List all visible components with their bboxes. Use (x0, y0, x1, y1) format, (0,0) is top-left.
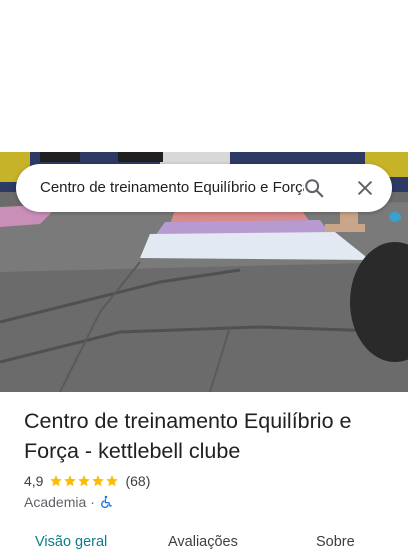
star-icon (64, 475, 77, 487)
search-input[interactable]: Centro de treinamento Equilíbrio e Força… (40, 164, 304, 212)
star-icon (92, 475, 105, 487)
search-icon (305, 179, 324, 198)
rating-value: 4,9 (24, 473, 44, 489)
star-icon (106, 475, 119, 487)
tab-avaliacoes[interactable]: Avaliações (168, 534, 238, 550)
wheelchair-accessible-icon[interactable] (99, 495, 113, 509)
place-title: Centro de treinamento Equilíbrio e Força… (24, 409, 352, 463)
category-row: Academia · (24, 493, 113, 511)
place-tabs: Visão geral Avaliações Sobre (0, 530, 408, 560)
tab-sobre[interactable]: Sobre (316, 534, 355, 550)
review-count[interactable]: (68) (125, 473, 150, 489)
separator-dot: · (90, 494, 95, 510)
star-icon (78, 475, 91, 487)
rating-row[interactable]: 4,9 (68) (24, 472, 150, 490)
close-button[interactable] (349, 172, 381, 204)
star-icon (50, 475, 63, 487)
search-bar[interactable]: Centro de treinamento Equilíbrio e Força… (16, 164, 392, 212)
close-icon (358, 181, 372, 195)
tab-visao-geral[interactable]: Visão geral (35, 534, 107, 550)
place-category: Academia (24, 494, 87, 510)
search-button[interactable] (298, 172, 330, 204)
rating-stars (49, 474, 119, 488)
